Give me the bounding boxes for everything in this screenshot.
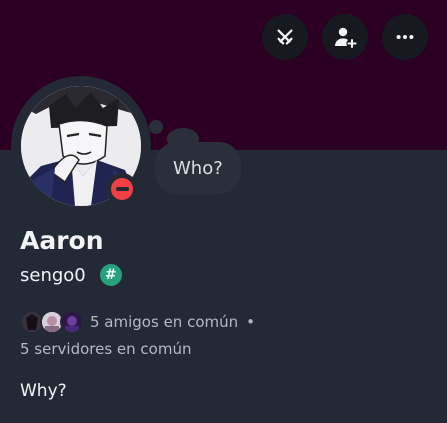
bio-text: Why? [20,381,67,401]
more-options-icon [396,34,414,40]
avatar-frame [11,76,151,216]
separator-dot: • [246,313,255,331]
crossed-swords-button[interactable] [262,14,308,60]
display-name: Aaron [20,226,104,255]
mutual-friends-text: 5 amigos en común [90,313,239,331]
status-indicator [106,173,138,205]
mutual-friend-avatar [60,310,84,334]
add-friend-button[interactable] [322,14,368,60]
add-friend-icon [335,27,357,48]
hash-badge-icon[interactable]: # [99,264,122,286]
do-not-disturb-icon [111,178,133,200]
username-row: sengo0 # [20,264,122,286]
thought-bubble-dot-small [149,120,163,134]
banner-actions [262,14,428,60]
mutual-friends-row[interactable]: 5 amigos en común • [20,310,255,334]
profile-card: Who? Aaron sengo0 # 5 amigos en común • … [0,0,447,423]
more-options-button[interactable] [382,14,428,60]
custom-status-text: Who? [173,157,223,179]
mutual-friend-avatars [20,310,84,334]
crossed-swords-icon [277,29,293,45]
custom-status-bubble: Who? [155,142,241,194]
mutual-servers-text[interactable]: 5 servidores en común [20,340,191,358]
username[interactable]: sengo0 [20,265,86,286]
